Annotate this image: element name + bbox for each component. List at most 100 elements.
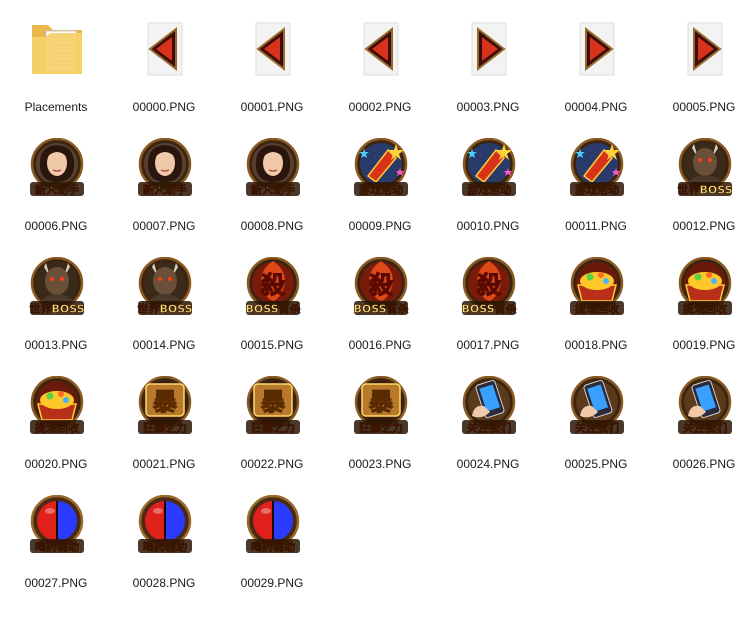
arrow-left-icon [136,19,194,79]
file-name-label: 00027.PNG [24,576,88,590]
file-item[interactable]: 00003.PNG [434,9,542,121]
rage-char: 暴 [261,388,286,416]
file-item[interactable]: 00005.PNG [650,9,751,121]
rage-char: 暴 [153,388,178,416]
file-name-label: 00019.PNG [672,338,736,352]
file-item[interactable]: 喝药辅助 00027.PNG [2,485,110,597]
file-name-label: 00004.PNG [564,100,628,114]
file-item[interactable]: 关注我们 00024.PNG [434,366,542,478]
badge-label: 关注我们 [575,421,619,435]
file-name-label: 00011.PNG [565,219,627,233]
kill-char: 殺 [477,271,502,299]
badge-label: 世界BOSS [137,302,192,316]
file-item[interactable]: 新人助手 00006.PNG [2,128,110,240]
file-name-label: 00028.PNG [132,576,196,590]
file-name-label: 00001.PNG [240,100,304,114]
game-activity-icon: 游戏活动 [352,138,410,198]
file-item[interactable]: 游戏活动 00011.PNG [542,128,650,240]
file-item[interactable]: 提现回收 00020.PNG [2,366,110,478]
file-name-label: 00010.PNG [456,219,520,233]
world-boss-icon: 世界BOSS [676,138,734,198]
file-name-label: 00000.PNG [132,100,196,114]
badge-label: 关注我们 [683,421,727,435]
file-name-label: 00003.PNG [456,100,520,114]
file-item[interactable]: 暴狂暴之力 00022.PNG [218,366,326,478]
badge-label: 关注我们 [467,421,511,435]
file-item[interactable]: 喝药辅助 00029.PNG [218,485,326,597]
badge-label: 世界BOSS [677,183,732,197]
kill-char: 殺 [261,271,286,299]
boss-first-kill-icon: 殺 BOSS首杀 [352,257,410,317]
file-item[interactable]: 游戏活动 00009.PNG [326,128,434,240]
follow-us-phone-icon: 关注我们 [676,376,734,436]
file-name-label: 00026.PNG [672,457,736,471]
badge-label: 世界BOSS [29,302,84,316]
file-name-label: 00024.PNG [456,457,520,471]
file-item[interactable]: 新人助手 00007.PNG [110,128,218,240]
file-item[interactable]: 世界BOSS 00012.PNG [650,128,751,240]
file-item[interactable]: 新人助手 00008.PNG [218,128,326,240]
badge-label: 喝药辅助 [251,540,295,554]
file-item[interactable]: 00001.PNG [218,9,326,121]
file-item[interactable]: 提现回收 00019.PNG [650,247,751,359]
arrow-left-icon [244,19,302,79]
file-name-label: 00029.PNG [240,576,304,590]
badge-label: BOSS首杀 [461,302,516,316]
file-name-label: 00023.PNG [348,457,412,471]
file-name-label: 00013.PNG [24,338,88,352]
file-item[interactable]: 暴狂暴之力 00021.PNG [110,366,218,478]
file-name-label: 00025.PNG [564,457,628,471]
badge-label: 新人助手 [35,183,79,197]
rage-char: 暴 [369,388,394,416]
recycle-treasure-icon: 提现回收 [28,376,86,436]
badge-label: 游戏活动 [467,183,511,197]
follow-us-phone-icon: 关注我们 [568,376,626,436]
file-item[interactable]: 关注我们 00025.PNG [542,366,650,478]
file-name-label: 00017.PNG [456,338,520,352]
kill-char: 殺 [369,271,394,299]
file-name-label: 00014.PNG [132,338,196,352]
badge-label: 提现回收 [575,302,619,316]
file-name-label: 00018.PNG [564,338,628,352]
newbie-helper-icon: 新人助手 [136,138,194,198]
recycle-treasure-icon: 提现回收 [676,257,734,317]
file-name-label: 00022.PNG [240,457,304,471]
badge-label: 喝药辅助 [143,540,187,554]
file-item[interactable]: 殺 BOSS首杀 00016.PNG [326,247,434,359]
file-item[interactable]: 世界BOSS 00014.PNG [110,247,218,359]
badge-label: 提现回收 [683,302,727,316]
folder-item[interactable]: Placements [2,9,110,121]
file-item[interactable]: 00004.PNG [542,9,650,121]
file-item[interactable]: 暴狂暴之力 00023.PNG [326,366,434,478]
file-item[interactable]: 喝药辅助 00028.PNG [110,485,218,597]
badge-label: BOSS首杀 [353,302,408,316]
folder-icon [28,19,86,79]
file-item[interactable]: 00000.PNG [110,9,218,121]
badge-label: 喝药辅助 [35,540,79,554]
file-name-label: Placements [24,100,88,114]
badge-label: 狂暴之力 [359,421,403,435]
file-name-label: 00020.PNG [24,457,88,471]
newbie-helper-icon: 新人助手 [28,138,86,198]
berserk-power-icon: 暴狂暴之力 [244,376,302,436]
file-item[interactable]: 殺 BOSS首杀 00017.PNG [434,247,542,359]
file-name-label: 00005.PNG [672,100,736,114]
badge-label: BOSS首杀 [245,302,300,316]
file-item[interactable]: 世界BOSS 00013.PNG [2,247,110,359]
file-item[interactable]: 提现回收 00018.PNG [542,247,650,359]
file-item[interactable]: 殺 BOSS首杀 00015.PNG [218,247,326,359]
recycle-treasure-icon: 提现回收 [568,257,626,317]
potion-assist-icon: 喝药辅助 [28,495,86,555]
file-item[interactable]: 关注我们 00026.PNG [650,366,751,478]
badge-label: 狂暴之力 [251,421,295,435]
world-boss-icon: 世界BOSS [136,257,194,317]
file-item[interactable]: 00002.PNG [326,9,434,121]
arrow-right-icon [568,19,626,79]
file-name-label: 00002.PNG [348,100,412,114]
file-name-label: 00007.PNG [132,219,196,233]
file-name-label: 00016.PNG [348,338,412,352]
file-name-label: 00008.PNG [240,219,304,233]
file-grid: Placements 00000.PNG 00001.PNG 00002.PNG 000… [0,0,751,636]
newbie-helper-icon: 新人助手 [244,138,302,198]
file-item[interactable]: 游戏活动 00010.PNG [434,128,542,240]
